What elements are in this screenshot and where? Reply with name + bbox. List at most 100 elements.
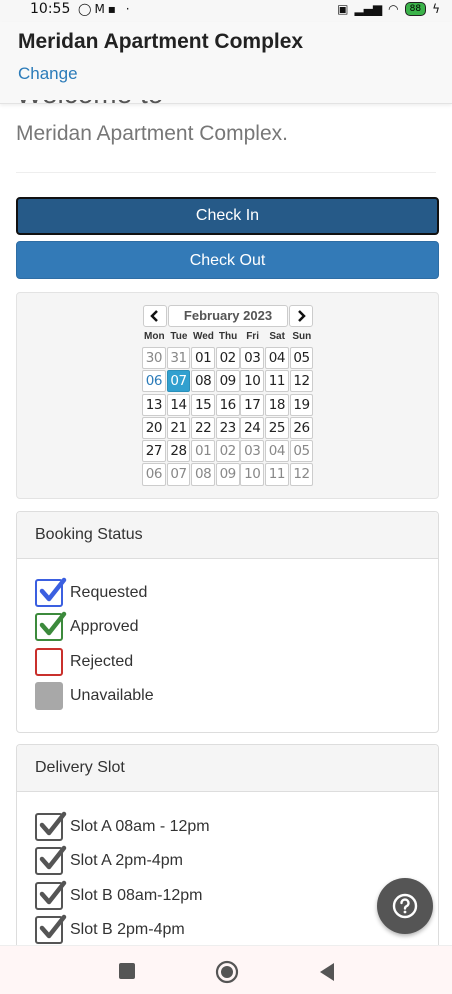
- calendar-day[interactable]: 03: [240, 440, 265, 463]
- calendar-day[interactable]: 10: [240, 463, 265, 486]
- calendar-day[interactable]: 22: [191, 416, 215, 440]
- item-label: Unavailable: [70, 686, 154, 704]
- scrolled-heading-text: Welcome to: [16, 100, 436, 108]
- calendar-day[interactable]: 08: [191, 463, 215, 486]
- calendar-day[interactable]: 02: [215, 440, 240, 463]
- calendar-day[interactable]: 01: [191, 347, 215, 370]
- calendar-prev-button[interactable]: [143, 305, 167, 327]
- calendar-day[interactable]: 18: [264, 393, 289, 416]
- calendar-day[interactable]: 09: [215, 370, 240, 393]
- calendar-next-button[interactable]: [289, 305, 313, 327]
- delivery-slot-heading: Delivery Slot: [17, 745, 438, 792]
- delivery-slot-item[interactable]: Slot A 2pm-4pm: [35, 846, 183, 876]
- calendar-day[interactable]: 04: [264, 440, 289, 463]
- status-bar: 10:55 ◯M▪ · ▣ ▂▄▆ ◠ 88 ϟ: [0, 0, 452, 22]
- calendar-day[interactable]: 05: [289, 440, 314, 463]
- home-button[interactable]: [215, 960, 239, 989]
- calendar-day[interactable]: 17: [240, 393, 265, 416]
- calendar-day[interactable]: 20: [142, 416, 166, 440]
- calendar-day[interactable]: 25: [264, 416, 289, 440]
- calendar-month-title[interactable]: February 2023: [168, 305, 288, 327]
- filled-box-icon: [35, 681, 63, 710]
- calendar-day[interactable]: 24: [240, 416, 265, 440]
- page-title: Meridan Apartment Complex: [18, 30, 304, 53]
- dot-icon: ·: [125, 2, 133, 16]
- calendar-day[interactable]: 19: [289, 393, 314, 416]
- weekday-label: Tue: [170, 331, 188, 342]
- checked-checkbox-icon[interactable]: [35, 914, 67, 944]
- delivery-slot-item[interactable]: Slot B 2pm-4pm: [35, 914, 185, 944]
- calendar-day[interactable]: 01: [191, 440, 215, 463]
- status-legend-item: Requested: [35, 577, 147, 607]
- chevron-left-icon: [150, 310, 158, 322]
- notification-icons: ◯M▪ ·: [78, 2, 133, 16]
- calendar-day[interactable]: 14: [166, 393, 191, 416]
- calendar-day[interactable]: 16: [215, 393, 240, 416]
- delivery-slot-item[interactable]: Slot B 08am-12pm: [35, 880, 203, 910]
- scrolled-heading: Welcome to: [16, 100, 436, 108]
- calendar-day[interactable]: 07: [166, 370, 191, 393]
- question-icon: [392, 893, 418, 919]
- clock: 10:55: [30, 1, 71, 17]
- checked-checkbox-icon: [35, 612, 67, 642]
- calendar-day[interactable]: 31: [166, 347, 191, 370]
- help-button[interactable]: [377, 878, 433, 934]
- calendar-day[interactable]: 13: [142, 393, 166, 416]
- calendar-day[interactable]: 10: [240, 370, 265, 393]
- home-circle-icon: [215, 960, 239, 984]
- calendar-day[interactable]: 11: [264, 463, 289, 486]
- calendar-day[interactable]: 27: [142, 440, 166, 463]
- back-triangle-icon: [320, 963, 334, 981]
- back-button[interactable]: [318, 962, 336, 987]
- system-icons: ▣ ▂▄▆ ◠ 88 ϟ: [337, 2, 440, 16]
- system-nav-bar: [0, 945, 452, 994]
- calendar-day[interactable]: 11: [264, 370, 289, 393]
- calendar-day[interactable]: 03: [240, 347, 265, 370]
- status-legend-item: Rejected: [35, 647, 133, 676]
- calendar-day[interactable]: 06: [142, 370, 166, 393]
- battery-icon: 88: [404, 2, 427, 16]
- change-link[interactable]: Change: [18, 64, 78, 84]
- whatsapp-icon: ◯: [78, 2, 95, 16]
- delivery-slot-item[interactable]: Slot A 08am - 12pm: [35, 811, 210, 841]
- status-legend-item: Approved: [35, 612, 139, 642]
- calendar-day[interactable]: 12: [289, 370, 314, 393]
- calendar-day[interactable]: 09: [215, 463, 240, 486]
- calendar-day[interactable]: 28: [166, 440, 191, 463]
- item-label: Slot A 08am - 12pm: [70, 818, 210, 835]
- checked-checkbox-icon[interactable]: [35, 846, 67, 876]
- booking-status-panel: Booking Status Requested Approved Rejected…: [16, 511, 439, 733]
- checkmark-icon: [39, 914, 67, 939]
- calendar-day[interactable]: 04: [264, 347, 289, 370]
- checked-checkbox-icon[interactable]: [35, 880, 67, 910]
- calendar-day[interactable]: 23: [215, 416, 240, 440]
- checked-checkbox-icon: [35, 577, 67, 607]
- weekday-label: Thu: [218, 331, 238, 342]
- checked-checkbox-icon[interactable]: [35, 811, 67, 841]
- complex-subtitle: Meridan Apartment Complex.: [16, 122, 288, 145]
- checkmark-icon: [39, 846, 67, 870]
- delivery-slot-panel: Delivery Slot Slot A 08am - 12pm Slot A 2…: [16, 744, 439, 964]
- weekday-label: Fri: [246, 331, 259, 342]
- calendar-day[interactable]: 05: [289, 347, 314, 370]
- notification-icon: ▪: [107, 2, 119, 16]
- calendar-day[interactable]: 21: [166, 416, 191, 440]
- calendar-day[interactable]: 07: [166, 463, 191, 486]
- empty-checkbox-icon: [35, 647, 63, 676]
- check-out-button[interactable]: Check Out: [16, 241, 439, 279]
- calendar-day[interactable]: 02: [215, 347, 240, 370]
- recents-square-icon: [119, 963, 135, 979]
- checkmark-icon: [39, 880, 67, 904]
- calendar-day[interactable]: 15: [191, 393, 215, 416]
- calendar-day[interactable]: 26: [289, 416, 314, 440]
- weekday-label: Wed: [192, 331, 214, 342]
- calendar-day[interactable]: 30: [142, 347, 166, 370]
- calendar-day[interactable]: 06: [142, 463, 166, 486]
- recents-button[interactable]: [118, 962, 136, 985]
- divider: [16, 172, 436, 173]
- calendar-widget: February 2023 Mon Tue Wed Thu Fri Sat Sun 30 31…: [16, 292, 439, 499]
- calendar-day[interactable]: 08: [191, 370, 215, 393]
- check-in-button[interactable]: Check In: [16, 197, 439, 235]
- calendar-day[interactable]: 12: [289, 463, 314, 486]
- calendar-day-grid: 30 31 01 02 03 04 05 06 07 08 09 10 11 12 13 14 15 16 17 18…: [142, 347, 316, 486]
